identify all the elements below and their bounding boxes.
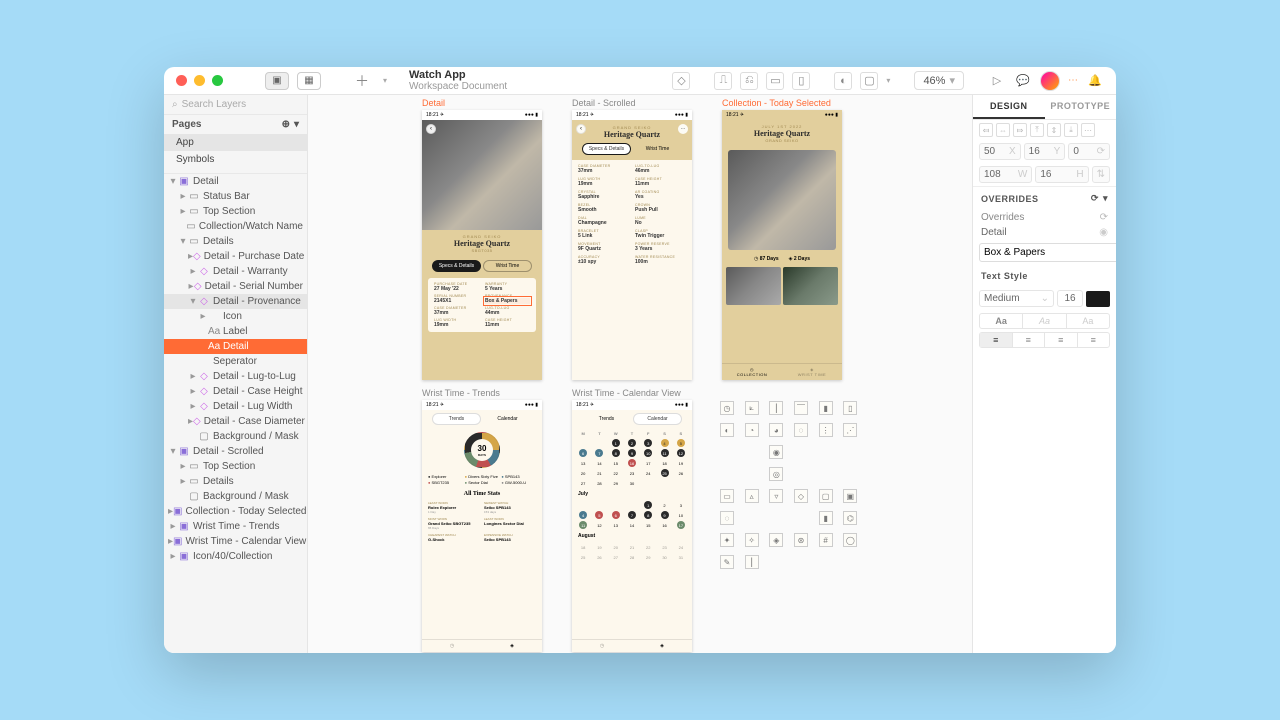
title-bar: ▣ ▦ ＋ ▾ Watch App Workspace Document ◇ ⎍… <box>164 67 1116 95</box>
distribute-icon[interactable]: ⋯ <box>1081 123 1095 137</box>
chevron-down-icon[interactable]: ▾ <box>383 76 387 85</box>
layer-item[interactable]: ▾▣Detail - Scrolled <box>164 444 307 459</box>
layers-panel: ⌕ Search Layers Pages ⊕▾ App Symbols ▾▣D… <box>164 95 308 653</box>
layer-item[interactable]: ▢Background / Mask <box>164 489 307 504</box>
layer-item[interactable]: ▸◇Detail - Warranty <box>164 264 307 279</box>
reset-icon[interactable]: ⟳ <box>1091 193 1099 204</box>
artboard-calendar[interactable]: Wrist Time - Calendar View 18:21 ✈●●● ▮ … <box>572 400 692 652</box>
artboard-label: Detail - Scrolled <box>572 98 636 108</box>
zoom-select[interactable]: 46%▾ <box>914 71 964 90</box>
text-style-variants[interactable]: Aa Aa Aa <box>979 313 1110 329</box>
view-toggle: ▣ ▦ <box>265 72 321 90</box>
layer-item[interactable]: ▸◇Detail - Lug Width <box>164 399 307 414</box>
align-hcenter-icon[interactable]: ⇔ <box>996 123 1010 137</box>
align-right-icon[interactable]: ⤇ <box>1013 123 1027 137</box>
layer-item[interactable]: Seperator <box>164 354 307 369</box>
pages-header: Pages ⊕▾ <box>164 115 307 134</box>
layer-item[interactable]: ▸▭Top Section <box>164 459 307 474</box>
text-align-group[interactable]: ≡≡≡≡ <box>979 332 1110 348</box>
tab-prototype[interactable]: PROTOTYPE <box>1045 95 1117 119</box>
layer-item[interactable]: ▢Background / Mask <box>164 429 307 444</box>
layer-item[interactable]: ▾▣Detail <box>164 174 307 189</box>
align-left-icon[interactable]: ⤆ <box>979 123 993 137</box>
canvas[interactable]: Detail 18:21 ✈●●● ▮ ‹ GRAND SEIKO Herita… <box>308 95 972 653</box>
maximize-button[interactable] <box>212 75 223 86</box>
override-value-input[interactable] <box>979 243 1116 262</box>
artboard-trends[interactable]: Wrist Time - Trends 18:21 ✈●●● ▮ Trends … <box>422 400 542 652</box>
layer-item[interactable]: ▸▣Wrist Time - Trends <box>164 519 307 534</box>
artboard-detail-scrolled[interactable]: Detail - Scrolled 18:21 ✈●●● ▮ ‹ ⋯ GRAND… <box>572 110 692 380</box>
text-color-swatch[interactable] <box>1086 291 1110 307</box>
layer-item[interactable]: ▸▭Details <box>164 474 307 489</box>
align-vcenter-icon[interactable]: ⇕ <box>1047 123 1061 137</box>
artboard-label: Detail <box>422 98 445 108</box>
artboard-label: Wrist Time - Calendar View <box>572 388 681 398</box>
layer-item[interactable]: ▸ Icon <box>164 309 307 324</box>
layer-item[interactable]: ▸▣Wrist Time - Calendar View <box>164 534 307 549</box>
toolbar-right: ◇ ⎍ ⎌ ▭ ▯ ◐ ▢ ▾ 46%▾ ▷ 💬 ⋯ 🔔 <box>672 71 1104 91</box>
layers-list: ▾▣Detail▸▭Status Bar▸▭Top Section ▭Colle… <box>164 174 307 653</box>
align-bottom-icon[interactable]: ⤓ <box>1064 123 1078 137</box>
panel-toggle-icon[interactable]: ▣ <box>265 72 289 90</box>
panel-toggle-icon-2[interactable]: ▦ <box>297 72 321 90</box>
scale-icon[interactable]: ▢ <box>860 72 878 90</box>
layer-item[interactable]: ▭Collection/Watch Name <box>164 219 307 234</box>
layer-item[interactable]: ▾◇Detail - Provenance <box>164 294 307 309</box>
icon-symbols-grid: ◷⟀⎮⎺▮▯ ◐◔◕◌⋮⋰ ◉ ◎ ▭▵▿◇▢▣ ◌▮ ⌬✦✧◈⊛# ◯✎⎮ <box>720 401 860 569</box>
avatar[interactable] <box>1040 71 1060 91</box>
main-area: ⌕ Search Layers Pages ⊕▾ App Symbols ▾▣D… <box>164 95 1116 653</box>
reset-icon[interactable]: ⟳ <box>1100 212 1108 223</box>
layer-item[interactable]: AaDetail <box>164 339 307 354</box>
layer-item[interactable]: ▸◇Detail - Lug-to-Lug <box>164 369 307 384</box>
traffic-lights <box>176 75 223 86</box>
layer-item[interactable]: ▸◇Detail - Case Height <box>164 384 307 399</box>
distribute-icon[interactable]: ⎌ <box>740 72 758 90</box>
layer-item[interactable]: AaLabel <box>164 324 307 339</box>
layer-item[interactable]: ▾▭Details <box>164 234 307 249</box>
minimize-button[interactable] <box>194 75 205 86</box>
app-window: ▣ ▦ ＋ ▾ Watch App Workspace Document ◇ ⎍… <box>164 67 1116 653</box>
layer-item[interactable]: ▸▭Status Bar <box>164 189 307 204</box>
symbol-icon[interactable]: ◇ <box>672 72 690 90</box>
tab-design[interactable]: DESIGN <box>973 95 1045 119</box>
layer-item[interactable]: ▸◇Detail - Purchase Date <box>164 249 307 264</box>
chevron-down-icon[interactable]: ▾ <box>294 119 299 130</box>
zoom-value: 46% <box>923 75 945 87</box>
comment-icon[interactable]: 💬 <box>1014 72 1032 90</box>
layer-item[interactable]: ▸▣Icon/40/Collection <box>164 549 307 564</box>
search-icon: ⌕ <box>172 99 178 110</box>
artboard-label: Wrist Time - Trends <box>422 388 500 398</box>
insert-button[interactable]: ＋ <box>353 72 371 90</box>
layer-item[interactable]: ▸◇Detail - Case Diameter <box>164 414 307 429</box>
layer-item[interactable]: ▸▭Top Section <box>164 204 307 219</box>
search-layers[interactable]: ⌕ Search Layers <box>164 95 307 115</box>
page-item-app[interactable]: App <box>164 134 307 151</box>
add-page-icon[interactable]: ⊕ <box>282 119 290 130</box>
artboard-detail[interactable]: Detail 18:21 ✈●●● ▮ ‹ GRAND SEIKO Herita… <box>422 110 542 380</box>
inspector-panel: DESIGN PROTOTYPE ⤆ ⇔ ⤇ ⤒ ⇕ ⤓ ⋯ 50X 16Y 0… <box>972 95 1116 653</box>
layer-item[interactable]: ▸▣Collection - Today Selected <box>164 504 307 519</box>
align-top-icon[interactable]: ⤒ <box>1030 123 1044 137</box>
artboard-collection[interactable]: Collection - Today Selected 18:21 ✈●●● ▮… <box>722 110 842 380</box>
notification-icon[interactable]: 🔔 <box>1086 72 1104 90</box>
search-placeholder: Search Layers <box>182 99 246 110</box>
ungroup-icon[interactable]: ▯ <box>792 72 810 90</box>
doc-name: Watch App <box>409 69 507 81</box>
close-button[interactable] <box>176 75 187 86</box>
page-item-symbols[interactable]: Symbols <box>164 151 307 168</box>
document-title: Watch App Workspace Document <box>409 69 507 92</box>
play-icon[interactable]: ▷ <box>988 72 1006 90</box>
group-icon[interactable]: ▭ <box>766 72 784 90</box>
mask-icon[interactable]: ◐ <box>834 72 852 90</box>
align-icon[interactable]: ⎍ <box>714 72 732 90</box>
artboard-label: Collection - Today Selected <box>722 98 831 108</box>
doc-subtitle: Workspace Document <box>409 81 507 92</box>
layer-item[interactable]: ▸◇Detail - Serial Number <box>164 279 307 294</box>
